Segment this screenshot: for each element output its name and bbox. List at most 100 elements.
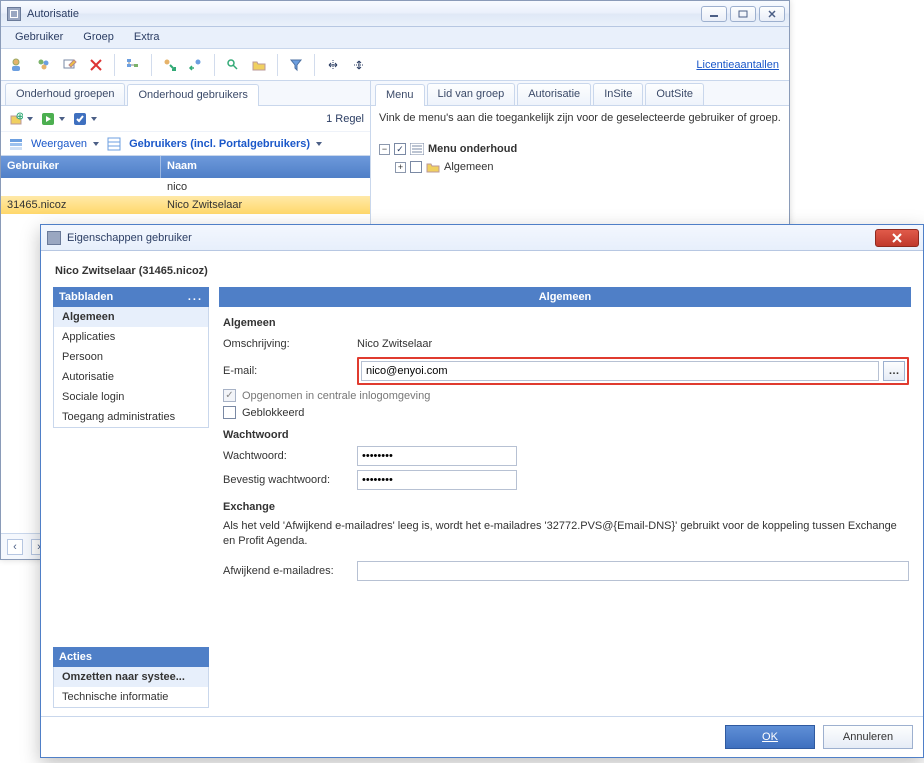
- view-selector-bar: Weergaven Gebruikers (incl. Portalgebrui…: [1, 132, 370, 156]
- license-counts-link[interactable]: Licentieaantallen: [696, 59, 783, 71]
- find-users-icon[interactable]: [222, 54, 244, 76]
- checkbox-label: Opgenomen in centrale inlogomgeving: [242, 390, 430, 402]
- side-header-acties[interactable]: Acties: [53, 647, 209, 667]
- sidebar-item-toegang-administraties[interactable]: Toegang administraties: [54, 407, 208, 427]
- separator: [151, 54, 152, 76]
- ok-button[interactable]: OK: [725, 725, 815, 749]
- close-button[interactable]: [759, 6, 785, 22]
- menu-gebruiker[interactable]: Gebruiker: [5, 27, 73, 48]
- views-label[interactable]: Weergaven: [31, 138, 87, 150]
- email-highlight: …: [357, 357, 909, 385]
- tab-outsite[interactable]: OutSite: [645, 83, 704, 105]
- sidebar-item-applicaties[interactable]: Applicaties: [54, 327, 208, 347]
- label-email: E-mail:: [221, 365, 357, 377]
- new-dropdown[interactable]: ✚: [7, 110, 33, 128]
- action-omzetten[interactable]: Omzetten naar systee...: [54, 667, 208, 687]
- menu-groep[interactable]: Groep: [73, 27, 124, 48]
- ok-label: OK: [762, 731, 778, 743]
- delete-icon[interactable]: [85, 54, 107, 76]
- left-tabs: Onderhoud groepen Onderhoud gebruikers: [1, 81, 370, 106]
- sidebar-item-sociale-login[interactable]: Sociale login: [54, 387, 208, 407]
- tab-menu[interactable]: Menu: [375, 84, 425, 106]
- chevron-down-icon[interactable]: [93, 142, 99, 146]
- view-current[interactable]: Gebruikers (incl. Portalgebruikers): [129, 138, 310, 150]
- side-header-tabbladen[interactable]: Tabbladen ...: [53, 287, 209, 307]
- password-input[interactable]: [357, 446, 517, 466]
- label-afwijkend-email: Afwijkend e-mailadres:: [221, 565, 357, 577]
- tab-autorisatie[interactable]: Autorisatie: [517, 83, 591, 105]
- folder-icon[interactable]: [248, 54, 270, 76]
- edit-icon[interactable]: [59, 54, 81, 76]
- expand-vertical-icon[interactable]: [348, 54, 370, 76]
- users-icon[interactable]: [33, 54, 55, 76]
- content-panel: Algemeen Algemeen Omschrijving: Nico Zwi…: [219, 287, 911, 708]
- side-list: Algemeen Applicaties Persoon Autorisatie…: [53, 307, 209, 428]
- expand-icon[interactable]: +: [395, 162, 406, 173]
- action-technische-informatie[interactable]: Technische informatie: [54, 687, 208, 707]
- label-omschrijving: Omschrijving:: [221, 338, 357, 350]
- close-button[interactable]: [875, 229, 919, 247]
- group-title-algemeen: Algemeen: [223, 317, 909, 329]
- grid-icon: [105, 135, 123, 153]
- record-count: 1 Regel: [326, 113, 364, 125]
- titlebar[interactable]: Autorisatie: [1, 1, 789, 27]
- cell-naam: nico: [161, 179, 370, 195]
- expand-horizontal-icon[interactable]: [322, 54, 344, 76]
- menu-extra[interactable]: Extra: [124, 27, 170, 48]
- col-gebruiker[interactable]: Gebruiker: [1, 156, 161, 178]
- checkbox-opgenomen: ✓ Opgenomen in centrale inlogomgeving: [221, 389, 909, 402]
- label-bevestig-wachtwoord: Bevestig wachtwoord:: [221, 474, 357, 486]
- check-dropdown[interactable]: [71, 110, 97, 128]
- collapse-icon[interactable]: −: [379, 144, 390, 155]
- user-in-icon[interactable]: [185, 54, 207, 76]
- checkbox[interactable]: ✓: [394, 143, 406, 155]
- more-icon[interactable]: ...: [188, 291, 203, 303]
- user-properties-dialog: Eigenschappen gebruiker Nico Zwitselaar …: [40, 224, 924, 758]
- menubar: Gebruiker Groep Extra: [1, 27, 789, 49]
- sidebar-item-algemeen[interactable]: Algemeen: [54, 307, 208, 327]
- cancel-label: Annuleren: [843, 731, 893, 743]
- sidebar-item-autorisatie[interactable]: Autorisatie: [54, 367, 208, 387]
- titlebar[interactable]: Eigenschappen gebruiker: [41, 225, 923, 251]
- tab-onderhoud-gebruikers[interactable]: Onderhoud gebruikers: [127, 84, 258, 106]
- tab-insite[interactable]: InSite: [593, 83, 643, 105]
- tree-icon[interactable]: [122, 54, 144, 76]
- email-input[interactable]: [361, 361, 879, 381]
- confirm-password-input[interactable]: [357, 470, 517, 490]
- app-icon: [7, 7, 21, 21]
- svg-text:✚: ✚: [17, 113, 22, 120]
- tab-lid-van-groep[interactable]: Lid van groep: [427, 83, 516, 105]
- link-user-icon[interactable]: [159, 54, 181, 76]
- prev-button[interactable]: ‹: [7, 539, 23, 555]
- grid-header: Gebruiker Naam: [1, 156, 370, 178]
- tab-onderhoud-groepen[interactable]: Onderhoud groepen: [5, 83, 125, 105]
- maximize-button[interactable]: [730, 6, 756, 22]
- sidebar-item-persoon[interactable]: Persoon: [54, 347, 208, 367]
- checkbox-icon[interactable]: [223, 406, 236, 419]
- checkbox[interactable]: [410, 161, 422, 173]
- tree-row-root[interactable]: − ✓ Menu onderhoud: [379, 140, 781, 158]
- right-tabs: Menu Lid van groep Autorisatie InSite Ou…: [371, 81, 789, 106]
- side-panel: Tabbladen ... Algemeen Applicaties Perso…: [53, 287, 209, 708]
- filter-icon[interactable]: [285, 54, 307, 76]
- afwijkend-email-input[interactable]: [357, 561, 909, 581]
- checkbox-geblokkeerd[interactable]: Geblokkeerd: [221, 406, 909, 419]
- minimize-button[interactable]: [701, 6, 727, 22]
- menu-icon: [410, 143, 424, 155]
- content-header: Algemeen: [219, 287, 911, 307]
- tree-row-child[interactable]: + Algemeen: [379, 158, 781, 176]
- exchange-note: Als het veld 'Afwijkend e-mailadres' lee…: [221, 517, 909, 558]
- label-wachtwoord: Wachtwoord:: [221, 450, 357, 462]
- new-user-icon[interactable]: [7, 54, 29, 76]
- folder-icon: [426, 161, 440, 173]
- go-dropdown[interactable]: [39, 110, 65, 128]
- email-browse-button[interactable]: …: [883, 361, 905, 381]
- tree-label: Menu onderhoud: [428, 143, 517, 155]
- col-naam[interactable]: Naam: [161, 156, 370, 178]
- cancel-button[interactable]: Annuleren: [823, 725, 913, 749]
- chevron-down-icon[interactable]: [316, 142, 322, 146]
- group-title-exchange: Exchange: [223, 501, 909, 513]
- table-row[interactable]: 31465.nicoz Nico Zwitselaar: [1, 196, 370, 214]
- separator: [277, 54, 278, 76]
- table-row[interactable]: nico: [1, 178, 370, 196]
